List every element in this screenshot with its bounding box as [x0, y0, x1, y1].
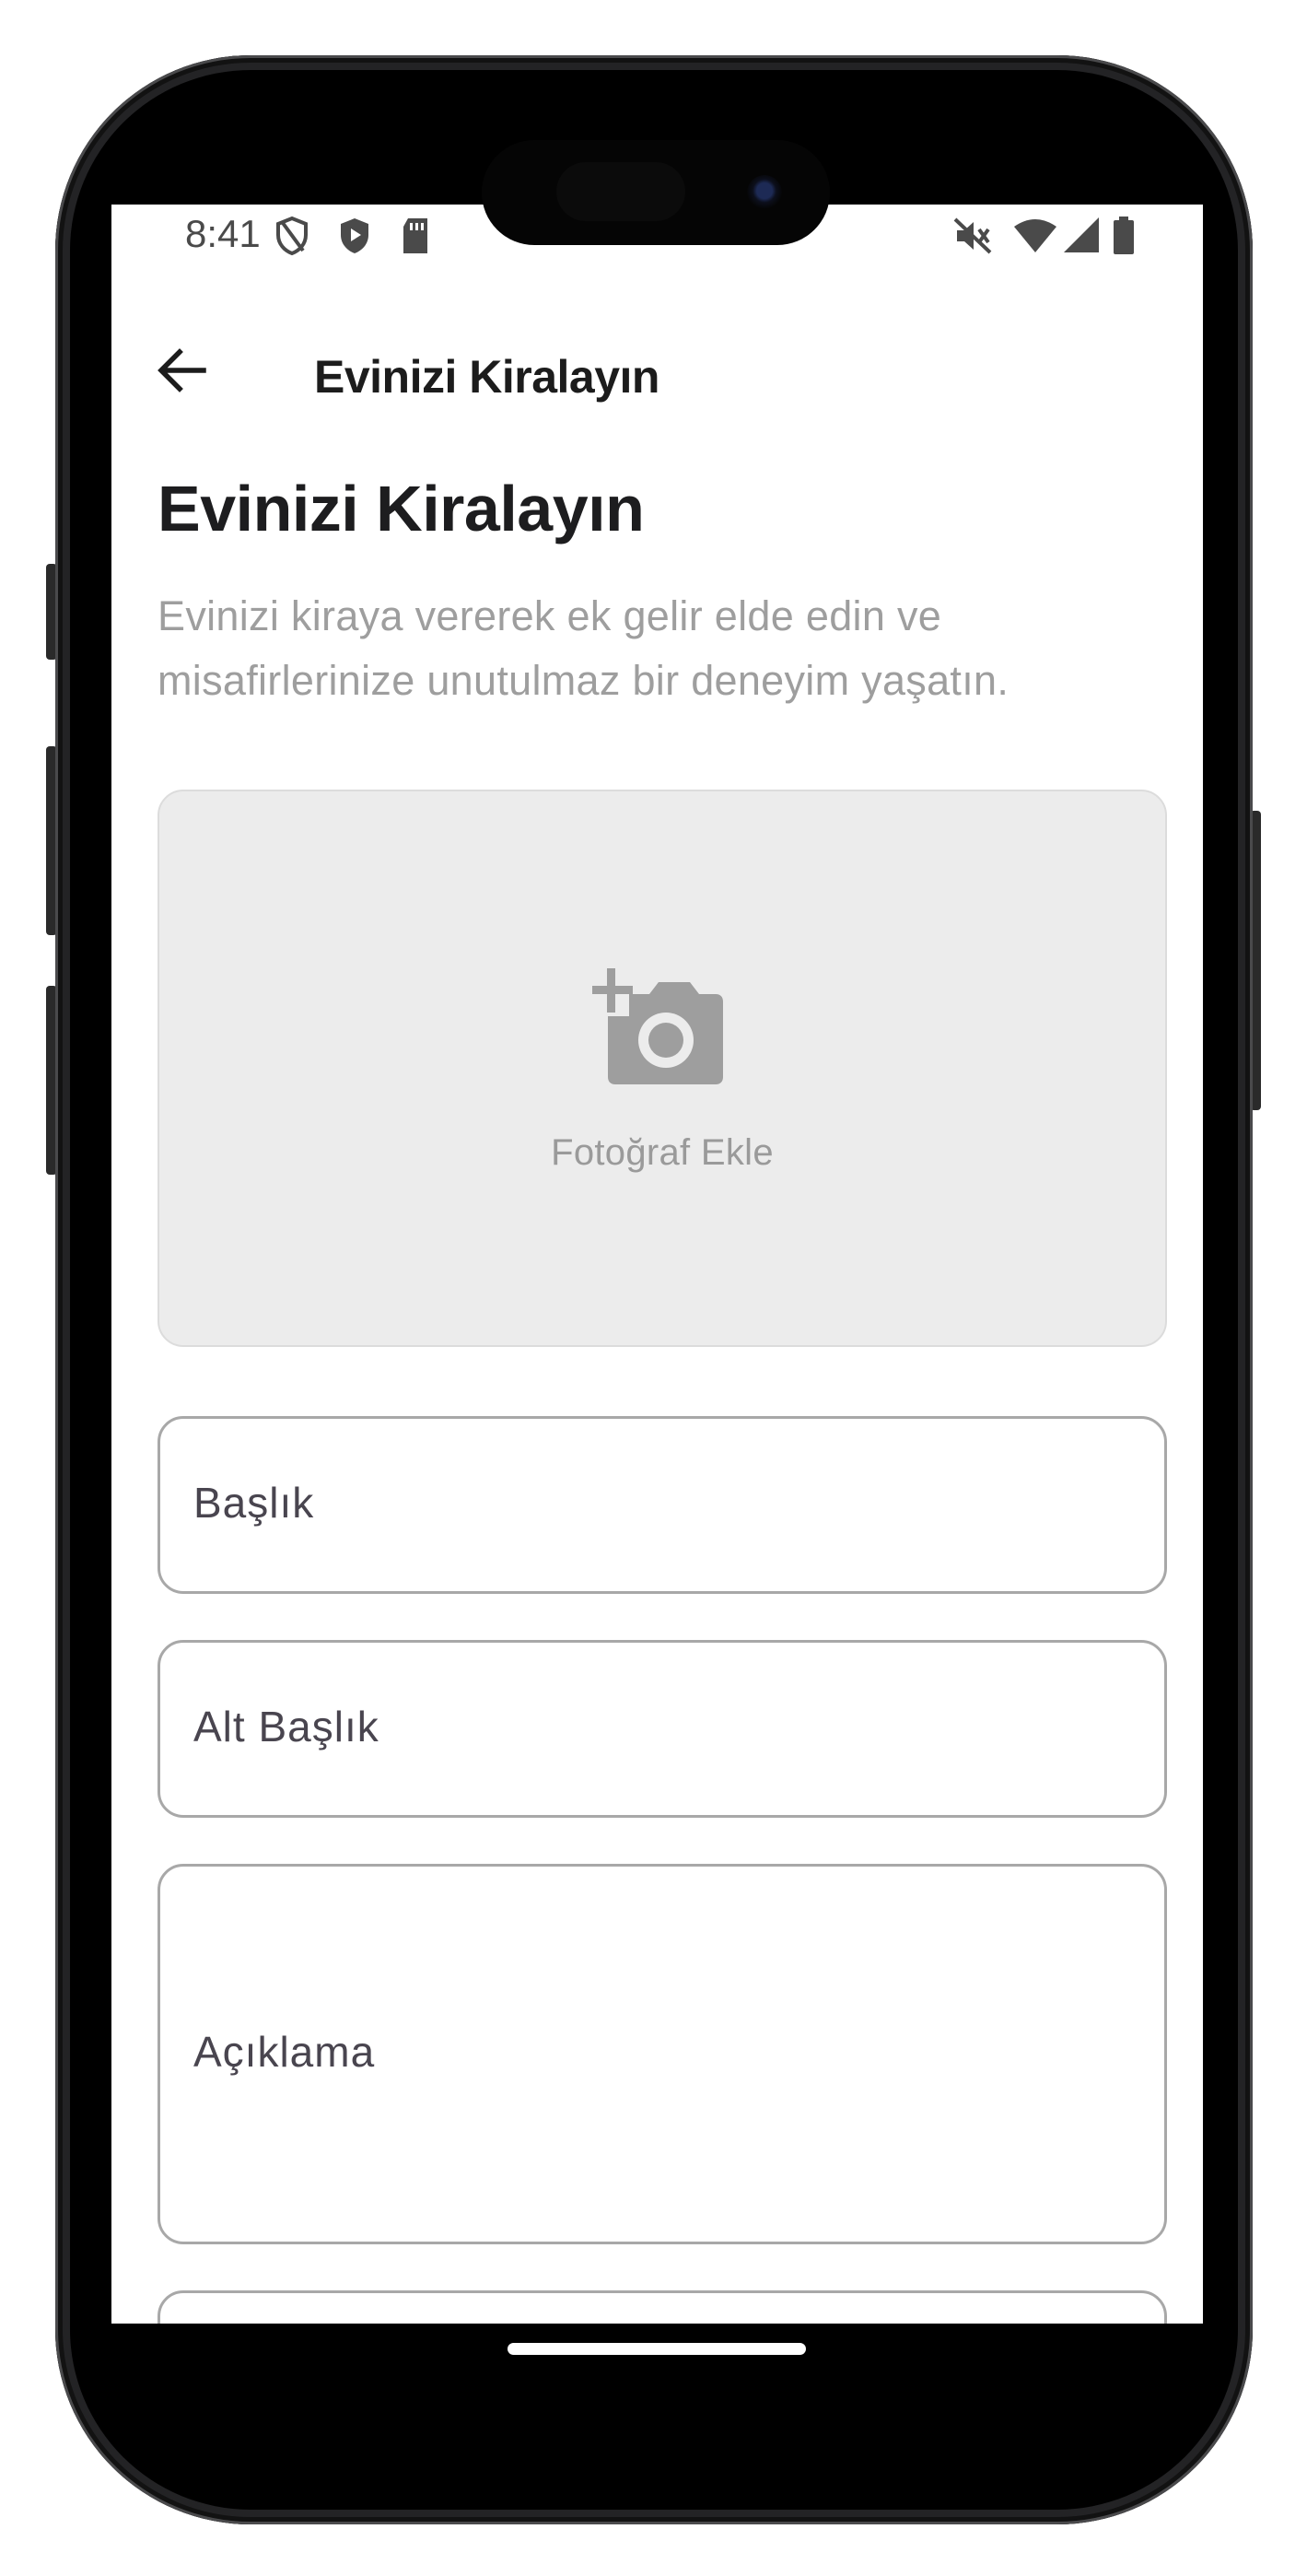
back-button[interactable]: [145, 335, 218, 409]
subtitle-field[interactable]: Alt Başlık: [158, 1640, 1167, 1818]
add-photo-label: Fotoğraf Ekle: [551, 1132, 774, 1173]
app-bar-title: Evinizi Kiralayın: [314, 351, 659, 403]
page-title: Evinizi Kiralayın: [158, 473, 645, 544]
arrow-left-icon: [156, 347, 207, 398]
description-field-label: Açıklama: [193, 2028, 376, 2076]
page-subtitle: Evinizi kiraya vererek ek gelir elde edi…: [158, 592, 1009, 704]
status-time: 8:41: [185, 212, 261, 255]
next-field[interactable]: [158, 2290, 1167, 2324]
app-bar: Evinizi Kiralayın: [111, 297, 1203, 426]
battery-icon: [1112, 216, 1136, 261]
wifi-icon: [1012, 216, 1058, 261]
front-camera: [747, 175, 782, 210]
play-protect-icon: [336, 216, 373, 261]
subtitle-field-label: Alt Başlık: [193, 1703, 379, 1751]
cellular-signal-icon: [1062, 216, 1101, 261]
title-field-label: Başlık: [193, 1479, 315, 1527]
description-field[interactable]: Açıklama: [158, 1864, 1167, 2244]
title-field[interactable]: Başlık: [158, 1416, 1167, 1594]
privacy-shield-icon: [274, 216, 310, 261]
add-photo-button[interactable]: Fotoğraf Ekle: [158, 790, 1167, 1347]
face-id-sensor: [556, 162, 685, 221]
sd-card-icon: [399, 216, 432, 261]
home-indicator[interactable]: [508, 2343, 806, 2355]
app-screen: 8:41 Evinizi Kiralayın Evinizi Kiralayın…: [111, 205, 1203, 2324]
mute-icon: [951, 216, 994, 261]
add-photo-camera-icon: [589, 966, 726, 1086]
